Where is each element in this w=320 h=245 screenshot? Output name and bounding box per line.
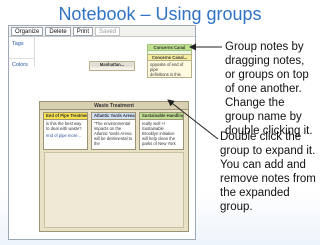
sidebar: Tags Colors bbox=[9, 37, 35, 69]
organize-button[interactable]: Organize bbox=[11, 26, 44, 36]
note-title: Manhattan... bbox=[90, 62, 134, 67]
group-note-header: Sustainable Handlings bbox=[140, 113, 183, 120]
group-note-atlantic-yards[interactable]: Atlantic Yards Arena "The environmental … bbox=[91, 112, 136, 150]
group-note-body: "The environmental impacts on the Atlant… bbox=[94, 121, 133, 146]
note-concerns-canal-2[interactable]: Concerns Canal... opposite of end of pip… bbox=[147, 54, 192, 78]
sidebar-divider bbox=[9, 58, 35, 59]
toolbar: Organize Delete Print Saved bbox=[9, 26, 195, 37]
group-title[interactable]: Waste Treatment bbox=[40, 102, 188, 110]
explanation-expand-group: Double click the group to expand it. You… bbox=[220, 131, 316, 213]
group-note-header: End of Pipe Treatmen bbox=[44, 113, 87, 120]
delete-button[interactable]: Delete bbox=[45, 26, 71, 36]
group-note-body: really well +! Sustainable Brooklyn init… bbox=[142, 121, 176, 146]
slide-title: Notebook – Using groups bbox=[58, 4, 262, 24]
sidebar-item-tags[interactable]: Tags bbox=[12, 41, 24, 48]
print-button[interactable]: Print bbox=[72, 26, 94, 36]
group-note-body: is this the best way to deal with waste? bbox=[46, 121, 82, 131]
note-body-line-1: opposite of end of pipe bbox=[150, 62, 184, 72]
group-note-sustainable[interactable]: Sustainable Handlings really well +! Sus… bbox=[139, 112, 184, 150]
note-manhattan[interactable]: Manhattan... bbox=[89, 61, 135, 71]
explanation-grouping: Group notes by dragging notes, or groups… bbox=[225, 41, 313, 137]
note-body: opposite of end of pipe definitions is t… bbox=[148, 61, 191, 77]
group-expanded-area[interactable] bbox=[44, 152, 184, 228]
note-title: Concerns Canal bbox=[148, 45, 191, 51]
note-body-line-2: definitions is this bbox=[150, 72, 181, 77]
group-note-end-of-pipe[interactable]: End of Pipe Treatmen is this the best wa… bbox=[43, 112, 88, 150]
group-waste-treatment[interactable]: Waste Treatment End of Pipe Treatmen is … bbox=[39, 101, 189, 232]
saved-button[interactable]: Saved bbox=[95, 26, 121, 36]
group-note-more-link[interactable]: end of pipe more... bbox=[44, 132, 87, 139]
notebook-app-screenshot: Organize Delete Print Saved Tags Colors … bbox=[8, 25, 196, 240]
group-note-header: Atlantic Yards Arena bbox=[92, 113, 135, 120]
sidebar-item-colors[interactable]: Colors bbox=[12, 62, 28, 69]
